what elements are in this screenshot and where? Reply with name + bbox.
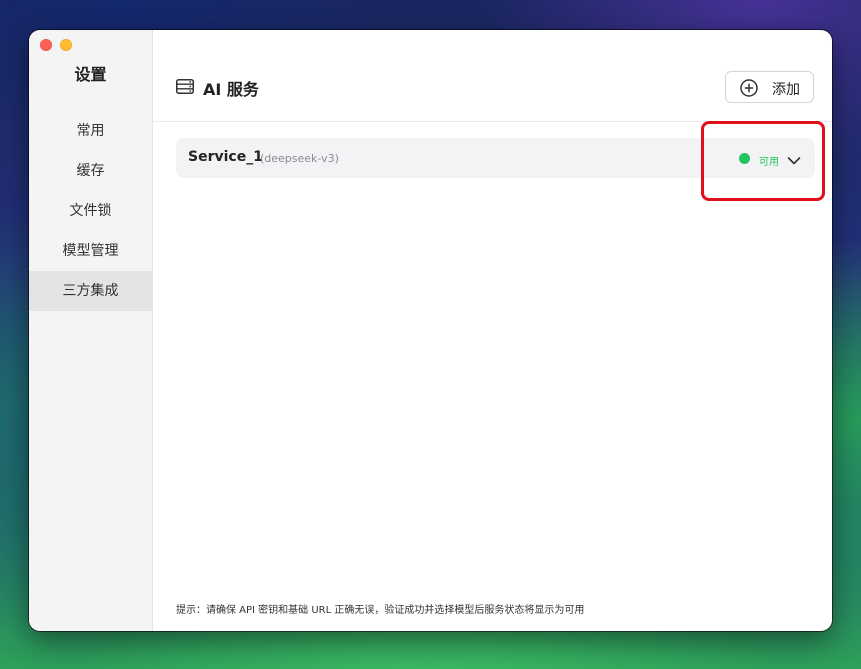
service-model: (deepseek-v3) [260, 152, 339, 165]
sidebar-title: 设置 [74, 65, 107, 84]
chevron-down-icon[interactable] [787, 152, 801, 165]
settings-window: 设置 常用 缓存 文件锁 模型管理 三方集成 AI 服务 添加 Service_… [29, 30, 832, 631]
page-title: AI 服务 [203, 80, 259, 99]
add-service-button[interactable]: 添加 [725, 71, 814, 103]
sidebar: 设置 常用 缓存 文件锁 模型管理 三方集成 [29, 30, 153, 631]
page-header: AI 服务 添加 [153, 30, 832, 122]
sidebar-item-cache[interactable]: 缓存 [29, 151, 152, 191]
server-icon [176, 79, 194, 94]
sidebar-item-model-management[interactable]: 模型管理 [29, 231, 152, 271]
service-item[interactable]: Service_1 (deepseek-v3) 可用 [176, 138, 815, 178]
add-button-label: 添加 [772, 82, 800, 98]
service-name: Service_1 [188, 149, 263, 165]
minimize-window-button[interactable] [60, 39, 72, 51]
close-window-button[interactable] [40, 39, 52, 51]
sidebar-item-file-lock[interactable]: 文件锁 [29, 191, 152, 231]
sidebar-nav: 常用 缓存 文件锁 模型管理 三方集成 [29, 111, 152, 311]
plus-circle-icon [740, 79, 758, 97]
status-dot [739, 153, 750, 164]
footer-hint: 提示：请确保 API 密钥和基础 URL 正确无误，验证成功并选择模型后服务状态… [176, 605, 585, 616]
sidebar-item-third-party-integration[interactable]: 三方集成 [29, 271, 152, 311]
status-badge: 可用 [759, 157, 779, 168]
main-panel: AI 服务 添加 Service_1 (deepseek-v3) 可用 提示：请… [153, 30, 832, 631]
sidebar-item-general[interactable]: 常用 [29, 111, 152, 151]
